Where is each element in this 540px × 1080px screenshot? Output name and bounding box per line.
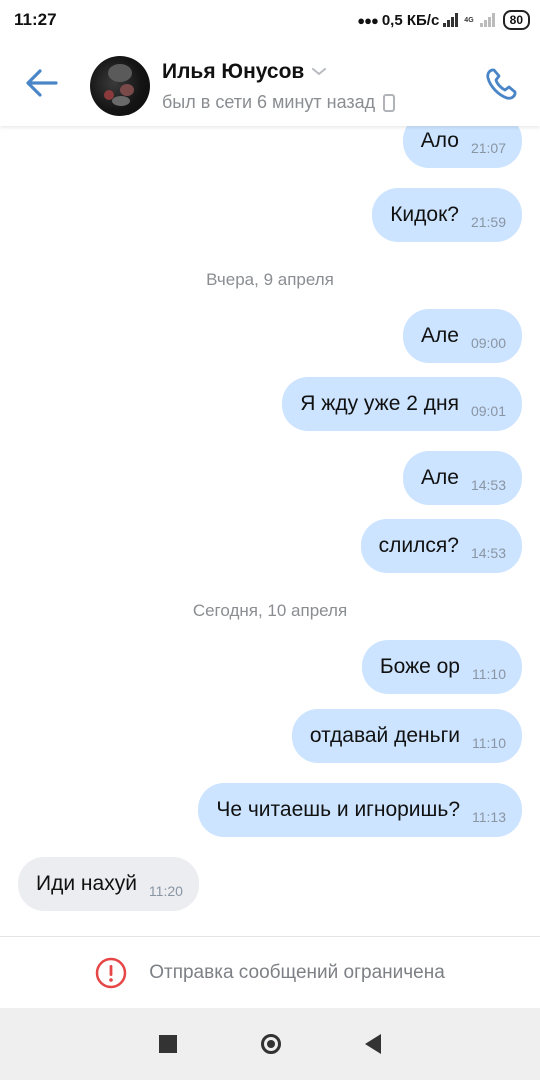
message-bubble-outgoing[interactable]: слился? 14:53 bbox=[360, 519, 522, 573]
status-bar: 11:27 ●●● 0,5 КБ/с 4G 80 bbox=[0, 0, 540, 40]
message-text: Але bbox=[421, 324, 459, 347]
chevron-down-icon bbox=[312, 68, 327, 76]
message-bubble-incoming[interactable]: Иди нахуй 11:20 bbox=[18, 857, 199, 911]
message-bubble-outgoing[interactable]: Але 09:00 bbox=[403, 309, 522, 363]
cell-signal-icon bbox=[479, 13, 495, 27]
message-bubble-outgoing[interactable]: Че читаешь и игноришь? 11:13 bbox=[198, 783, 522, 837]
warning-icon bbox=[95, 957, 127, 989]
message-bubble-outgoing[interactable]: Кидок? 21:59 bbox=[372, 188, 522, 242]
date-separator: Вчера, 9 апреля bbox=[206, 270, 334, 289]
message-text: Кидок? bbox=[390, 203, 459, 226]
status-indicators: ●●● 0,5 КБ/с 4G 80 bbox=[357, 10, 530, 30]
battery-level: 80 bbox=[509, 13, 523, 27]
message-bubble-outgoing[interactable]: Боже ор 11:10 bbox=[361, 640, 522, 694]
message-text: Але bbox=[421, 466, 459, 489]
message-bubble-outgoing[interactable]: Я жду уже 2 дня 09:01 bbox=[282, 377, 522, 431]
home-button[interactable] bbox=[261, 1034, 281, 1054]
message-bubble-outgoing[interactable]: Ало 21:07 bbox=[402, 126, 522, 168]
contact-name[interactable]: Илья Юнусов bbox=[162, 60, 327, 84]
network-speed: ●●● 0,5 КБ/с bbox=[357, 11, 459, 29]
message-time: 11:10 bbox=[472, 666, 506, 682]
message-text: Иди нахуй bbox=[36, 872, 137, 895]
message-text: Ало bbox=[420, 129, 459, 152]
message-text: Боже ор bbox=[379, 655, 460, 678]
system-back-button[interactable] bbox=[365, 1034, 381, 1054]
message-time: 09:01 bbox=[470, 403, 506, 419]
messaging-restricted-notice: Отправка сообщений ограничена bbox=[0, 936, 540, 1009]
message-time: 21:59 bbox=[470, 214, 506, 230]
call-button[interactable] bbox=[484, 66, 520, 102]
phone-icon bbox=[486, 68, 517, 100]
arrow-left-icon bbox=[26, 69, 58, 97]
message-bubble-outgoing[interactable]: отдавай деньги 11:10 bbox=[291, 709, 522, 763]
message-bubble-outgoing[interactable]: Але 14:53 bbox=[403, 451, 522, 505]
message-time: 09:00 bbox=[470, 335, 506, 351]
message-text: Я жду уже 2 дня bbox=[300, 392, 459, 415]
battery-icon: 80 bbox=[502, 10, 530, 30]
avatar[interactable] bbox=[90, 56, 150, 116]
message-time: 11:13 bbox=[472, 809, 506, 825]
network-type: 4G bbox=[464, 16, 474, 24]
message-text: Че читаешь и игноришь? bbox=[216, 798, 460, 821]
back-button[interactable] bbox=[24, 66, 60, 100]
chat-header: Илья Юнусов был в сети 6 минут назад bbox=[0, 40, 540, 126]
system-navigation-bar bbox=[0, 1008, 540, 1080]
message-text: слился? bbox=[378, 534, 459, 557]
wifi-signal-icon bbox=[443, 13, 459, 27]
message-feed[interactable]: Ало 21:07 Кидок? 21:59 Вчера, 9 апреля А… bbox=[0, 126, 540, 936]
message-time: 21:07 bbox=[470, 140, 506, 156]
date-separator: Сегодня, 10 апреля bbox=[192, 601, 348, 620]
dots-icon: ●●● bbox=[357, 12, 379, 28]
message-time: 14:53 bbox=[470, 477, 506, 493]
network-speed-text: 0,5 КБ/с bbox=[381, 11, 440, 29]
message-time: 14:53 bbox=[470, 545, 506, 561]
restriction-text: Отправка сообщений ограничена bbox=[149, 962, 445, 983]
contact-status: был в сети 6 минут назад bbox=[162, 92, 396, 113]
message-text: отдавай деньги bbox=[309, 724, 460, 747]
status-time: 11:27 bbox=[14, 10, 57, 29]
contact-status-text: был в сети 6 минут назад bbox=[162, 92, 376, 112]
message-time: 11:10 bbox=[472, 735, 506, 751]
contact-name-text: Илья Юнусов bbox=[162, 60, 305, 83]
message-time: 11:20 bbox=[148, 883, 183, 899]
recent-apps-button[interactable] bbox=[159, 1035, 177, 1053]
mobile-device-icon bbox=[383, 93, 396, 112]
